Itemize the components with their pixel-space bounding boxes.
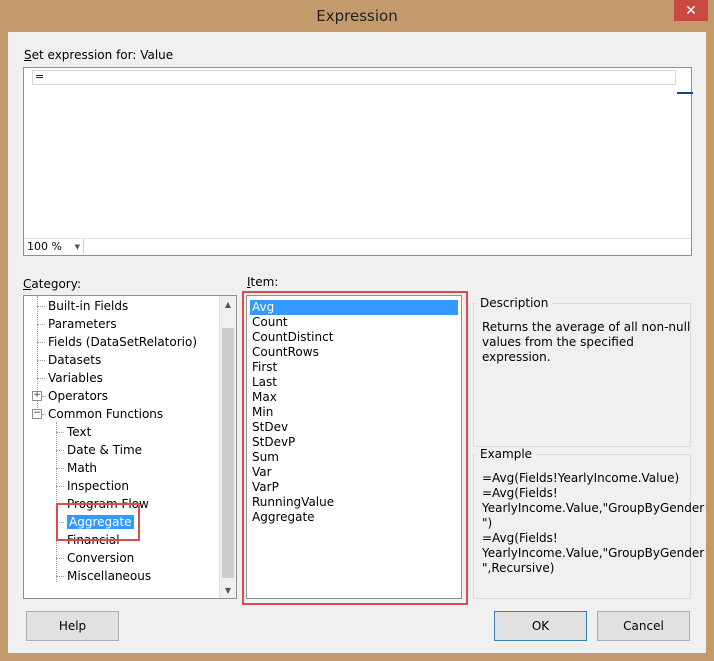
highlight-box-items <box>242 291 468 605</box>
example-title: Example <box>476 447 537 461</box>
tree-node-operators[interactable]: Operators <box>48 387 108 405</box>
tree-scrollbar[interactable]: ▲ ▼ <box>219 296 236 598</box>
ok-button[interactable]: OK <box>494 611 587 641</box>
tree-node-miscellaneous[interactable]: Miscellaneous <box>67 567 151 585</box>
title-bar[interactable]: Expression ✕ <box>0 0 714 32</box>
item-label: Item: <box>247 275 279 289</box>
editor-footer: 100 % ▼ <box>24 238 691 255</box>
scroll-down-icon[interactable]: ▼ <box>220 582 236 598</box>
tree-node-math[interactable]: Math <box>67 459 97 477</box>
tree-node-date-time[interactable]: Date & Time <box>67 441 142 459</box>
scroll-thumb[interactable] <box>222 328 234 578</box>
highlight-box-aggregate <box>56 503 140 541</box>
close-button[interactable]: ✕ <box>674 0 708 21</box>
zoom-value: 100 % <box>27 240 62 253</box>
expression-dialog: Expression ✕ Set expression for: Value =… <box>0 0 714 661</box>
tree-node-fields[interactable]: Fields (DataSetRelatorio) <box>48 333 197 351</box>
window-title: Expression <box>316 7 398 25</box>
tree-node-conversion[interactable]: Conversion <box>67 549 134 567</box>
tree-node-datasets[interactable]: Datasets <box>48 351 101 369</box>
chevron-down-icon: ▼ <box>74 243 80 251</box>
scroll-up-icon[interactable]: ▲ <box>220 296 236 312</box>
description-text: Returns the average of all non-null valu… <box>482 320 691 364</box>
zoom-dropdown[interactable]: 100 % ▼ <box>24 239 84 254</box>
description-title: Description <box>476 296 553 310</box>
scroll-marker <box>677 92 693 94</box>
category-label: Category: <box>23 277 81 291</box>
tree-node-built-in-fields[interactable]: Built-in Fields <box>48 297 128 315</box>
expression-editor[interactable]: = 100 % ▼ <box>23 67 693 256</box>
tree-node-variables[interactable]: Variables <box>48 369 103 387</box>
expression-input[interactable]: = <box>32 70 676 85</box>
tree-node-parameters[interactable]: Parameters <box>48 315 117 333</box>
tree-node-text[interactable]: Text <box>67 423 91 441</box>
cancel-button[interactable]: Cancel <box>597 611 690 641</box>
close-icon: ✕ <box>685 2 697 19</box>
tree-node-inspection[interactable]: Inspection <box>67 477 129 495</box>
help-button[interactable]: Help <box>26 611 119 641</box>
tree-node-common-functions[interactable]: Common Functions <box>48 405 163 423</box>
dialog-client: Set expression for: Value = 100 % ▼ Cate… <box>8 32 706 653</box>
expand-icon[interactable]: + <box>32 391 42 401</box>
expression-label: Set expression for: Value <box>24 48 174 62</box>
example-text: =Avg(Fields!YearlyIncome.Value) =Avg(Fie… <box>482 471 705 575</box>
collapse-icon[interactable]: − <box>32 409 42 419</box>
category-tree[interactable]: Built-in Fields Parameters Fields (DataS… <box>23 295 237 599</box>
